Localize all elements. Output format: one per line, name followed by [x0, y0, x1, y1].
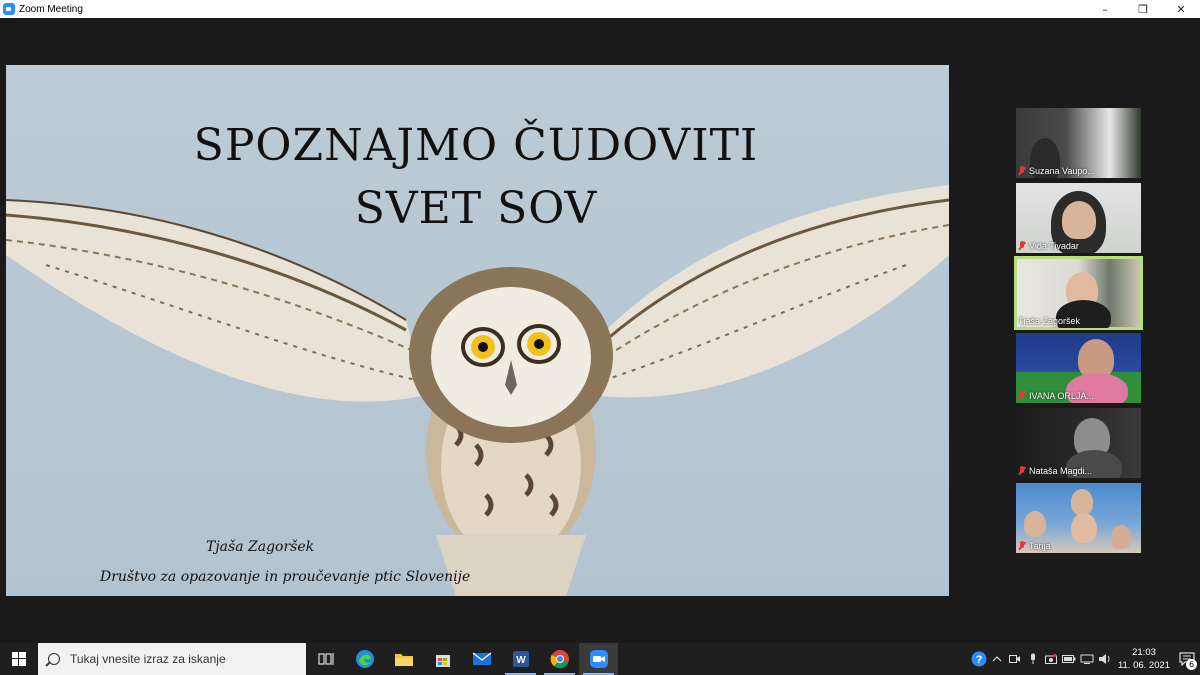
- svg-text:W: W: [516, 655, 526, 666]
- participant-tile[interactable]: Nataša Magdi...: [1016, 408, 1141, 478]
- participant-tile[interactable]: Tanja: [1016, 483, 1141, 553]
- svg-text:?: ?: [976, 654, 983, 666]
- help-icon[interactable]: ?: [970, 643, 988, 675]
- maximize-button[interactable]: ❐: [1124, 0, 1162, 18]
- mail-icon: [472, 652, 491, 665]
- search-placeholder: Tukaj vnesite izraz za iskanje: [70, 652, 226, 666]
- participant-name: Suzana Vaupo...: [1018, 166, 1095, 176]
- action-center-button[interactable]: 6: [1174, 643, 1200, 675]
- edge-app[interactable]: [345, 643, 384, 675]
- muted-mic-icon: [1018, 241, 1026, 251]
- participant-tile-active-speaker[interactable]: Tjaša Zagoršek: [1014, 256, 1143, 330]
- volume-icon[interactable]: [1096, 643, 1114, 675]
- muted-mic-icon: [1018, 391, 1026, 401]
- word-icon: W: [512, 651, 529, 667]
- word-app[interactable]: W: [501, 643, 540, 675]
- slide-organization: Društvo za opazovanje in proučevanje pti…: [100, 569, 471, 585]
- participant-video: [1024, 511, 1046, 537]
- muted-mic-icon: [1018, 166, 1026, 176]
- meeting-area: SPOZNAJMO ČUDOVITI SVET SOV Tjaša Zagorš…: [0, 18, 1200, 643]
- notification-count-badge: 6: [1186, 659, 1197, 670]
- clock-time: 21:03: [1132, 647, 1156, 658]
- slide-title-line-2: SVET SOV: [354, 183, 598, 234]
- windows-taskbar: Tukaj vnesite izraz za iskanje W ? 21:03…: [0, 643, 1200, 675]
- participant-name: Nataša Magdi...: [1018, 466, 1092, 476]
- participant-tile[interactable]: IVANA ORLJA...: [1016, 333, 1141, 403]
- participant-name: IVANA ORLJA...: [1018, 391, 1094, 401]
- participant-gallery: Suzana Vaupo... Vida Tivadar Tjaša Zagor…: [1014, 108, 1143, 558]
- chevron-up-icon[interactable]: [988, 643, 1006, 675]
- edge-icon: [355, 650, 374, 668]
- slide-title-line-1: SPOZNAJMO ČUDOVITI: [193, 120, 759, 171]
- task-view-button[interactable]: [306, 643, 345, 675]
- participant-name: Vida Tivadar: [1018, 241, 1079, 251]
- zoom-app[interactable]: [579, 643, 618, 675]
- shared-screen-slide: SPOZNAJMO ČUDOVITI SVET SOV Tjaša Zagorš…: [6, 65, 949, 596]
- folder-icon: [394, 654, 413, 666]
- participant-name: Tjaša Zagoršek: [1018, 316, 1081, 326]
- system-tray: ? 21:03 11. 06. 2021 6: [970, 643, 1200, 675]
- store-app[interactable]: [423, 643, 462, 675]
- taskbar-clock[interactable]: 21:03 11. 06. 2021: [1114, 646, 1174, 672]
- task-view-icon: [317, 653, 334, 665]
- mail-app[interactable]: [462, 643, 501, 675]
- muted-mic-icon: [1018, 466, 1026, 476]
- muted-mic-icon: [1018, 541, 1026, 551]
- search-icon: [48, 653, 60, 665]
- network-icon[interactable]: [1078, 643, 1096, 675]
- windows-logo-icon: [12, 652, 26, 666]
- minimize-button[interactable]: –: [1086, 0, 1124, 18]
- participant-name: Tanja: [1018, 541, 1051, 551]
- participant-tile[interactable]: Suzana Vaupo...: [1016, 108, 1141, 178]
- participant-tile[interactable]: Vida Tivadar: [1016, 183, 1141, 253]
- clock-date: 11. 06. 2021: [1117, 660, 1171, 671]
- zoom-app-icon: [3, 3, 15, 15]
- slide-author: Tjaša Zagoršek: [206, 539, 315, 555]
- chrome-icon: [550, 650, 569, 669]
- start-button[interactable]: [0, 643, 38, 675]
- taskbar-search-box[interactable]: Tukaj vnesite izraz za iskanje: [38, 643, 306, 675]
- window-controls: – ❐ ✕: [1086, 0, 1200, 18]
- store-bag-icon: [435, 655, 450, 667]
- meet-now-icon[interactable]: [1006, 643, 1024, 675]
- window-title: Zoom Meeting: [19, 3, 83, 15]
- zoom-icon: [589, 650, 608, 668]
- chrome-app[interactable]: [540, 643, 579, 675]
- close-button[interactable]: ✕: [1162, 0, 1200, 18]
- window-titlebar: Zoom Meeting – ❐ ✕: [0, 0, 1200, 18]
- battery-icon[interactable]: [1060, 643, 1078, 675]
- camera-icon[interactable]: [1042, 643, 1060, 675]
- file-explorer-app[interactable]: [384, 643, 423, 675]
- microphone-icon[interactable]: [1024, 643, 1042, 675]
